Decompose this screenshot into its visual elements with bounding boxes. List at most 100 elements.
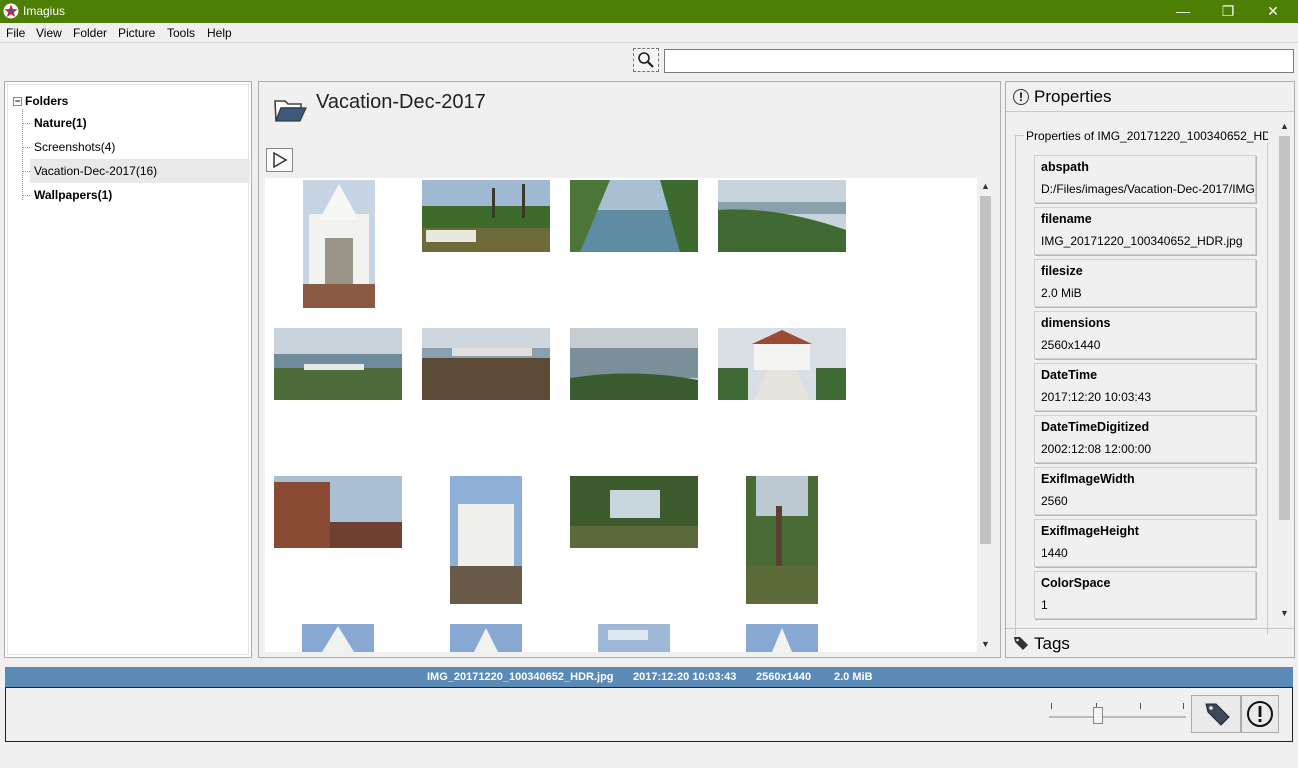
thumbnail-beach[interactable] (274, 328, 402, 400)
menu-bar: File View Folder Picture Tools Help (0, 23, 1298, 43)
property-value: 2560 (1041, 494, 1068, 508)
slider-tick (1140, 703, 1141, 709)
tree-item-label: Nature(1) (34, 116, 87, 130)
tree-root-label: Folders (25, 94, 69, 108)
menu-tools[interactable]: Tools (167, 26, 195, 40)
property-key: filesize (1041, 264, 1083, 278)
close-button[interactable]: ✕ (1250, 0, 1296, 23)
window-title: Imagius (23, 4, 66, 18)
thumbnail-palm-wall[interactable] (422, 180, 550, 252)
slideshow-button[interactable] (266, 148, 293, 172)
status-datetime: 2017:12:20 10:03:43 (633, 671, 737, 683)
property-card: filesize 2.0 MiB (1034, 259, 1256, 307)
status-filename: IMG_20171220_100340652_HDR.jpg (427, 671, 614, 683)
toggle-properties-button[interactable] (1241, 695, 1279, 733)
property-key: DateTime (1041, 368, 1098, 382)
menu-folder[interactable]: Folder (73, 26, 107, 40)
folder-title: Vacation-Dec-2017 (316, 91, 486, 113)
property-key: filename (1041, 212, 1092, 226)
property-value: 1 (1041, 598, 1048, 612)
property-key: DateTimeDigitized (1041, 420, 1150, 434)
property-card: ColorSpace 1 (1034, 571, 1256, 619)
thumbnail-sea-view[interactable] (570, 328, 698, 400)
properties-title: Properties (1034, 87, 1112, 106)
toggle-tags-button[interactable] (1191, 695, 1241, 733)
status-dimensions: 2560x1440 (756, 671, 812, 683)
thumbnail-church-top-3[interactable] (746, 624, 818, 652)
property-value: 2.0 MiB (1041, 286, 1082, 300)
properties-panel: ! Properties Properties of IMG_20171220_… (1005, 81, 1295, 658)
property-key: abspath (1041, 160, 1089, 174)
thumbnail-grid[interactable] (265, 178, 978, 652)
thumbnail-white-house[interactable] (718, 328, 846, 400)
tags-title: Tags (1034, 634, 1070, 653)
tree-root-folders[interactable]: − Folders (13, 94, 68, 108)
property-card: filename IMG_20171220_100340652_HDR.jpg (1034, 207, 1256, 255)
menu-view[interactable]: View (36, 26, 62, 40)
info-icon: ! (1013, 89, 1029, 105)
tag-icon (1014, 637, 1028, 650)
scrollbar-thumb[interactable] (1279, 136, 1290, 520)
folder-tree: − Folders Nature(1) Screenshots(4) Vacati… (7, 84, 250, 655)
property-card: abspath D:/Files/images/Vacation-Dec-201… (1034, 155, 1256, 203)
scroll-up-arrow[interactable]: ▲ (1276, 118, 1293, 134)
menu-picture[interactable]: Picture (118, 26, 155, 40)
thumbnail-forest[interactable] (570, 476, 698, 548)
tree-item-label: Screenshots(4) (34, 140, 116, 154)
tree-item-wallpapers[interactable]: Wallpapers(1) (22, 183, 250, 207)
star-app-icon (3, 3, 19, 19)
zoom-slider-handle[interactable] (1093, 707, 1103, 724)
tree-item-vacation[interactable]: Vacation-Dec-2017(16) (22, 159, 250, 183)
slider-tick (1051, 703, 1052, 709)
property-value: 2560x1440 (1041, 338, 1101, 352)
status-filesize: 2.0 MiB (834, 671, 873, 683)
tree-item-nature[interactable]: Nature(1) (22, 111, 250, 135)
search-icon (638, 52, 654, 68)
scroll-down-arrow[interactable]: ▼ (977, 636, 994, 652)
property-key: ExifImageWidth (1041, 472, 1135, 486)
properties-header[interactable]: ! Properties (1006, 82, 1294, 112)
restore-button[interactable]: ❐ (1205, 0, 1251, 23)
property-value: D:/Files/images/Vacation-Dec-2017/IMG_20… (1041, 182, 1255, 196)
info-icon (1247, 701, 1273, 727)
open-folder-icon (274, 100, 307, 122)
thumbnail-panel: Vacation-Dec-2017 ▲ ▼ (258, 81, 1001, 658)
scrollbar-thumb[interactable] (980, 196, 991, 544)
thumbnail-church-top-1[interactable] (302, 624, 374, 652)
thumbnail-church-top-2[interactable] (450, 624, 522, 652)
title-bar: Imagius — ❐ ✕ (0, 0, 1298, 23)
property-key: dimensions (1041, 316, 1111, 330)
zoom-slider-track[interactable] (1049, 716, 1186, 718)
property-value: 1440 (1041, 546, 1068, 560)
thumbnail-ruins[interactable] (274, 476, 402, 548)
search-button[interactable] (633, 48, 659, 72)
property-value: 2017:12:20 10:03:43 (1041, 390, 1152, 404)
menu-file[interactable]: File (6, 26, 25, 40)
slider-tick (1183, 703, 1184, 709)
thumbnail-sky[interactable] (598, 624, 670, 652)
thumbnail-river-palms[interactable] (570, 180, 698, 252)
tree-item-screenshots[interactable]: Screenshots(4) (22, 135, 250, 159)
tree-item-label: Wallpapers(1) (34, 188, 113, 202)
thumbnail-tree-path[interactable] (746, 476, 818, 604)
tags-header[interactable]: Tags (1006, 628, 1294, 657)
thumbnail-fort-beach[interactable] (422, 328, 550, 400)
play-icon (273, 151, 288, 169)
properties-scrollbar[interactable]: ▲ ▼ (1276, 118, 1293, 621)
property-card: DateTimeDigitized 2002:12:08 12:00:00 (1034, 415, 1256, 463)
scroll-down-arrow[interactable]: ▼ (1276, 605, 1293, 621)
property-card: dimensions 2560x1440 (1034, 311, 1256, 359)
property-value: IMG_20171220_100340652_HDR.jpg (1041, 234, 1243, 248)
scroll-up-arrow[interactable]: ▲ (977, 178, 994, 194)
search-input[interactable] (664, 49, 1294, 73)
thumbnail-scrollbar[interactable]: ▲ ▼ (977, 178, 994, 652)
thumbnail-white-church[interactable] (450, 476, 522, 604)
minimize-button[interactable]: — (1160, 0, 1206, 23)
tree-item-label: Vacation-Dec-2017(16) (34, 164, 158, 178)
property-key: ColorSpace (1041, 576, 1111, 590)
thumbnail-church-arch[interactable] (303, 180, 375, 308)
property-card: ExifImageWidth 2560 (1034, 467, 1256, 515)
collapse-icon[interactable]: − (13, 97, 22, 106)
thumbnail-hill-view[interactable] (718, 180, 846, 252)
menu-help[interactable]: Help (207, 26, 232, 40)
